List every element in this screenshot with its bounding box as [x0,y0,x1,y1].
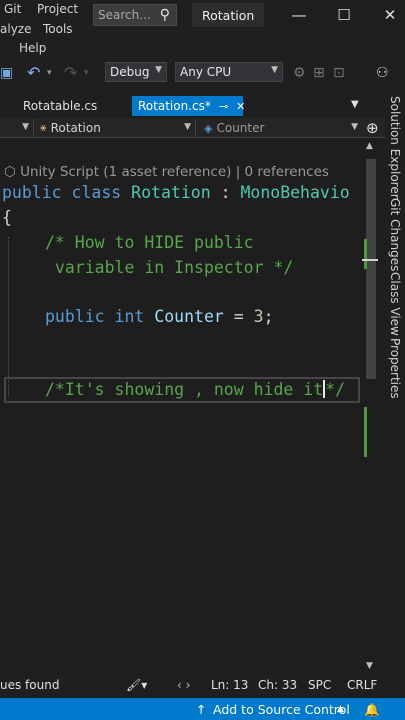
toolbar: ▣ ↶ ▾ ↷ ▾ Debug ▼ Any CPU ▼ ⚙ ⊞ ⊡ ⚇ [0,62,405,84]
caret-position-marker [362,259,378,261]
scroll-thumb[interactable] [366,159,376,379]
menu-git[interactable]: Git [4,2,21,16]
chevron-down-icon: ▼ [184,122,191,132]
chevron-down-icon: ▼ [351,122,358,132]
unity-icon: ⬡ [4,164,16,180]
live-share-icon[interactable]: ⚇ [376,62,389,84]
line-ending[interactable]: CRLF [347,678,377,692]
notifications-icon[interactable]: 🔔 [364,702,380,718]
minimize-icon[interactable]: — [284,4,314,26]
column-number[interactable]: Ch: 33 [258,678,297,692]
change-marker [364,239,367,269]
tab-label: Rotatable.cs [23,99,98,113]
class-name: Rotation [131,183,211,202]
comment-text: /*It's showing , now hide it [45,380,324,399]
split-editor-icon[interactable]: ⊕ [366,119,379,137]
search-box[interactable]: Search... ⚲ [93,4,177,26]
platform-label: Any CPU [180,65,232,79]
project-dropdown[interactable]: ▼ [0,119,34,137]
side-tool-tabs: Solution Explorer Git Changes Class View… [385,84,405,684]
keyword: public [2,183,62,202]
editor-info-bar: ues found 🖌▾ ‹ › Ln: 13 Ch: 33 SPC CRLF [0,675,385,695]
save-all-icon[interactable]: ▣ [0,62,13,84]
platform-dropdown[interactable]: Any CPU ▼ [175,62,283,82]
codelens[interactable]: ⬡ Unity Script (1 asset reference) | 0 r… [4,164,329,180]
code-line-comment-3: /*It's showing , now hide it */ [45,380,345,399]
chevron-up-icon[interactable]: ▲ [337,704,344,714]
solution-title: Rotation [192,3,265,27]
code-line-class: public class Rotation : MonoBehavio [2,183,350,202]
chevron-down-icon: ▼ [22,122,29,132]
line-number[interactable]: Ln: 13 [211,678,248,692]
keyword: public [45,307,105,326]
class-dropdown-label: Rotation [50,121,101,135]
maximize-icon[interactable]: ☐ [329,4,359,26]
close-tab-icon[interactable]: ✕ [236,100,245,113]
config-dropdown[interactable]: Debug ▼ [105,62,167,82]
undo-dropdown-icon[interactable]: ▾ [47,62,52,84]
title-bar: Git Project alyze Tools Help Search... ⚲… [0,0,405,62]
tab-rotatable[interactable]: Rotatable.cs [17,96,103,116]
search-placeholder: Search... [98,8,151,22]
code-line-comment-2: variable in Inspector */ [45,258,294,277]
editor-scrollbar[interactable]: ▲ ▼ [362,139,382,675]
source-control-up-icon: ↑ [196,702,207,717]
equals: = [223,307,254,326]
chevron-down-icon: ▼ [155,65,162,75]
tab-solution-explorer[interactable]: Solution Explorer [388,96,402,199]
whitespace-mode[interactable]: SPC [308,678,331,692]
menu-project[interactable]: Project [37,2,78,16]
code-line-brace: { [2,208,12,227]
class-icon: ⚹ [40,121,47,134]
code-line-field: public int Counter = 3; [45,307,274,326]
code-line-comment-1: /* How to HIDE public [45,233,254,252]
indent-guide [8,237,9,397]
keyword: int [114,307,145,326]
number: 3 [253,307,264,326]
search-icon: ⚲ [159,7,170,23]
scroll-up-icon[interactable]: ▲ [366,141,373,151]
breakpoint-icon[interactable]: ⊡ [333,62,345,84]
tab-git-changes[interactable]: Git Changes [388,198,402,271]
brush-icon[interactable]: 🖌▾ [126,678,147,692]
status-bar: ↑ Add to Source Control ▲ 🔔 [0,698,405,720]
semicolon: ; [263,307,274,326]
member-dropdown[interactable]: ◈ Counter ▼ [200,119,362,137]
code-editor[interactable]: ⬡ Unity Script (1 asset reference) | 0 r… [0,139,362,675]
document-tabs: Rotatable.cs Rotation.cs* ⊸ ✕ ▼ [0,96,385,116]
redo-dropdown-icon[interactable]: ▾ [84,62,89,84]
config-label: Debug [110,65,150,79]
nav-arrows-icon[interactable]: ‹ › [177,678,190,692]
menu-help[interactable]: Help [19,41,46,55]
add-to-source-control[interactable]: Add to Source Control [213,702,350,717]
close-icon[interactable]: ✕ [375,4,405,26]
tab-rotation[interactable]: Rotation.cs* ⊸ ✕ [132,96,245,116]
menu-tools[interactable]: Tools [43,22,73,36]
tab-properties[interactable]: Properties [388,338,402,399]
keyword: class [71,183,122,202]
codelens-text: Unity Script (1 asset reference) | 0 ref… [20,164,329,180]
navigation-bar: ▼ ⚹ Rotation ▼ ◈ Counter ▼ ⊕ [0,118,385,138]
attach-icon[interactable]: ⚙ [293,62,306,84]
redo-icon[interactable]: ↷ [64,62,77,84]
chevron-down-icon: ▼ [271,65,278,75]
scroll-down-icon[interactable]: ▼ [366,661,373,671]
pin-icon[interactable]: ⊸ [219,100,228,113]
undo-icon[interactable]: ↶ [27,62,40,84]
field-icon: ◈ [204,121,213,135]
member-dropdown-label: Counter [216,121,265,135]
change-marker [364,407,367,457]
tab-class-view[interactable]: Class View [388,272,402,336]
issues-text[interactable]: ues found [0,678,59,692]
field-name: Counter [154,307,224,326]
grid-icon[interactable]: ⊞ [313,62,325,84]
comment-end: */ [325,380,346,399]
tab-overflow-icon[interactable]: ▼ [351,99,359,110]
base-class: MonoBehavio [240,183,350,202]
class-dropdown[interactable]: ⚹ Rotation ▼ [36,119,196,137]
tab-label: Rotation.cs* [138,99,211,113]
colon: : [210,183,241,202]
menu-analyze[interactable]: alyze [0,22,31,36]
